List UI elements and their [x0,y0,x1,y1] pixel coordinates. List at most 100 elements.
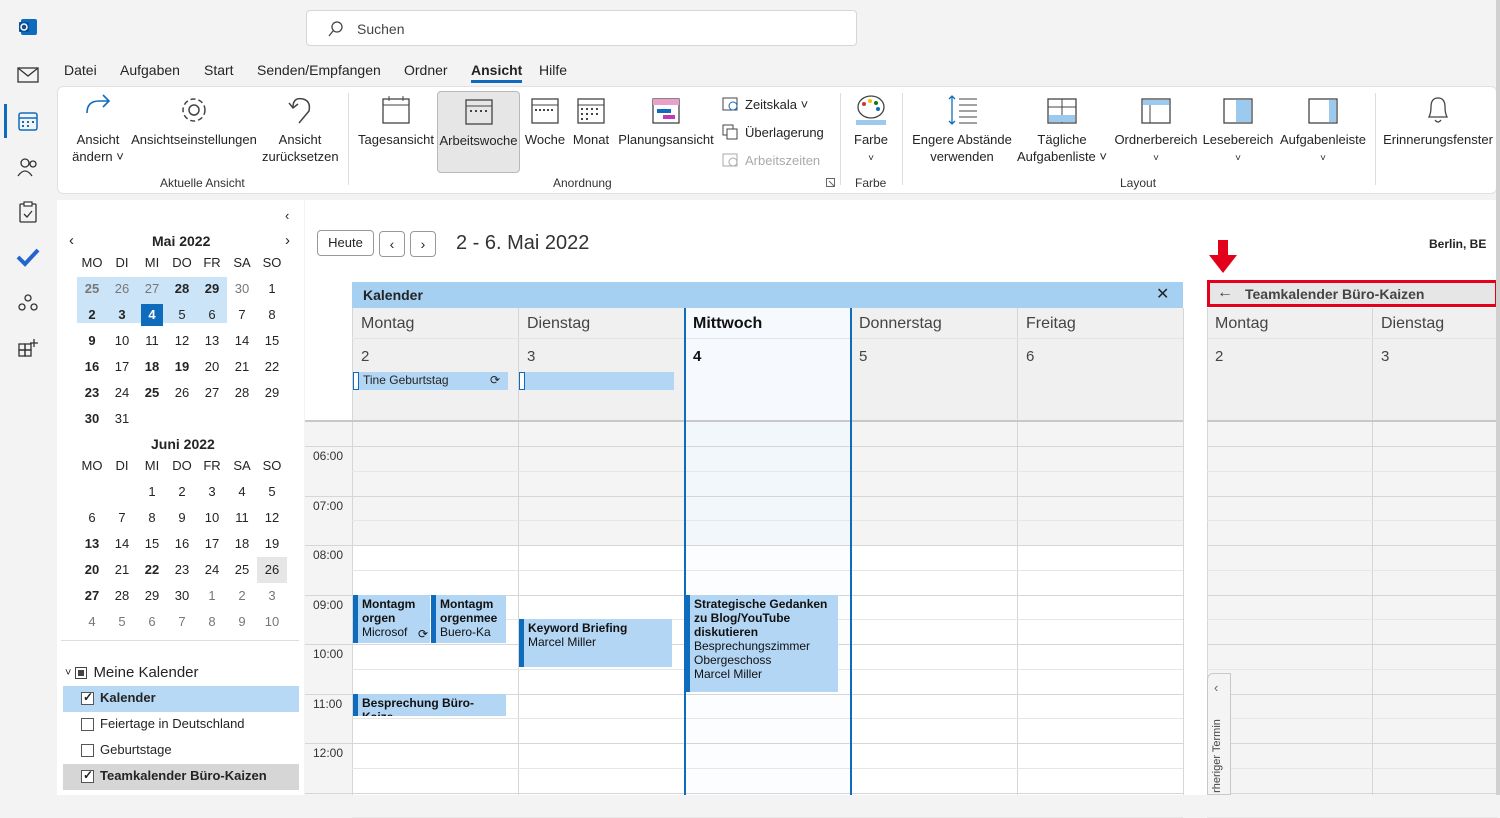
arrow-left-icon[interactable]: ← [1217,284,1233,302]
day-cell[interactable]: 30 [227,278,257,300]
arbeitswoche-button[interactable]: Arbeitswoche [437,91,520,173]
day-cell[interactable]: 19 [167,356,197,378]
checkbox-checked-icon[interactable] [81,768,94,784]
day-cell[interactable]: 10 [197,507,227,529]
menu-datei[interactable]: Datei [64,62,97,78]
day-header[interactable]: Montag [361,315,414,333]
dialog-launcher-icon[interactable] [826,178,836,188]
day-cell[interactable]: 22 [257,356,287,378]
day-cell[interactable]: 9 [167,507,197,529]
day-cell[interactable]: 11 [227,507,257,529]
day-cell[interactable]: 9 [227,611,257,633]
day-cell[interactable]: 3 [107,304,137,326]
day-cell[interactable]: 25 [77,278,107,300]
day-cell[interactable]: 23 [167,559,197,581]
next-month-icon[interactable]: › [285,232,290,249]
day-cell[interactable]: 5 [167,304,197,326]
day-cell[interactable]: 6 [77,507,107,529]
calendar-item-kalender[interactable]: Kalender [63,686,299,712]
calendar-icon[interactable] [15,108,41,134]
day-cell[interactable]: 26 [257,559,287,581]
calendar-item-feiertage[interactable]: Feiertage in Deutschland [63,712,299,738]
day-cell[interactable]: 5 [107,611,137,633]
ansicht-zuruecksetzen-button[interactable]: Ansicht zurücksetzen [262,93,339,165]
day-cell[interactable]: 26 [107,278,137,300]
event-montagmorgen-2[interactable]: Montagm orgenmee Buero-Ka [431,595,506,643]
day-cell[interactable]: 20 [197,356,227,378]
planungsansicht-button[interactable]: Planungsansicht [616,93,716,148]
day-cell[interactable]: 6 [137,611,167,633]
weather-location[interactable]: Berlin, BE [1429,237,1486,251]
allday-event-birthday[interactable]: Tine Geburtstag ⟳ [353,372,508,390]
event-montagmorgen-1[interactable]: Montagm orgen Microsof ⟳ [353,595,430,643]
team-day-header[interactable]: Dienstag [1381,315,1444,333]
team-day-header[interactable]: Montag [1215,315,1268,333]
day-cell[interactable]: 10 [257,611,287,633]
day-cell[interactable]: 15 [257,330,287,352]
day-cell[interactable]: 8 [197,611,227,633]
ordnerbereich-button[interactable]: Ordnerbereich ˅ [1114,93,1198,167]
day-cell[interactable]: 5 [257,481,287,503]
ueberlagerung-button[interactable]: Überlagerung [722,124,824,140]
day-header[interactable]: Freitag [1026,315,1076,333]
day-cell[interactable]: 15 [137,533,167,555]
day-cell[interactable]: 30 [167,585,197,607]
menu-start[interactable]: Start [204,62,234,78]
day-cell[interactable]: 18 [227,533,257,555]
prev-week-button[interactable]: ‹ [379,231,405,257]
day-header[interactable]: Dienstag [527,315,590,333]
menu-senden[interactable]: Senden/Empfangen [257,62,381,78]
day-cell[interactable]: 27 [197,382,227,404]
day-cell[interactable]: 28 [107,585,137,607]
day-cell[interactable]: 23 [77,382,107,404]
people-icon[interactable] [15,154,41,180]
day-cell[interactable]: 11 [137,330,167,352]
day-cell[interactable]: 28 [227,382,257,404]
day-cell[interactable]: 31 [107,408,137,430]
menu-ansicht[interactable]: Ansicht [471,62,523,83]
prev-month-icon[interactable]: ‹ [69,232,74,249]
day-cell[interactable]: 12 [167,330,197,352]
day-cell[interactable]: 7 [167,611,197,633]
today-button[interactable]: Heute [317,230,374,256]
day-cell[interactable]: 2 [227,585,257,607]
erinnerungsfenster-button[interactable]: Erinnerungsfenster [1382,93,1494,148]
day-cell[interactable]: 7 [227,304,257,326]
day-cell[interactable]: 10 [107,330,137,352]
calendar-item-teamkalender[interactable]: Teamkalender Büro-Kaizen [63,764,299,790]
day-cell[interactable]: 12 [257,507,287,529]
calendar-item-geburtstage[interactable]: Geburtstage [63,738,299,764]
day-cell[interactable]: 29 [257,382,287,404]
day-cell[interactable]: 4 [77,611,107,633]
checkbox-icon[interactable] [81,744,94,758]
farbe-button[interactable]: Farbe ˅ [848,93,894,167]
day-cell[interactable]: 16 [77,356,107,378]
taegliche-aufgabenliste-button[interactable]: Tägliche Aufgabenliste ˅ [1016,93,1108,165]
collapse-pane-icon[interactable]: ‹ [285,208,289,223]
day-cell[interactable]: 25 [227,559,257,581]
close-icon[interactable]: ✕ [1156,284,1169,304]
tagesansicht-button[interactable]: Tagesansicht [358,93,434,148]
day-cell[interactable]: 7 [107,507,137,529]
day-cell[interactable]: 21 [227,356,257,378]
day-header-today[interactable]: Mittwoch [693,315,762,333]
zeitskala-button[interactable]: Zeitskala ˅ [722,96,808,112]
monat-button[interactable]: Monat [570,93,612,148]
day-cell[interactable]: 1 [137,481,167,503]
groups-icon[interactable] [15,290,41,316]
day-cell[interactable]: 25 [137,382,167,404]
menu-ordner[interactable]: Ordner [404,62,448,78]
mail-icon[interactable] [15,62,41,88]
day-cell[interactable]: 9 [77,330,107,352]
apps-icon[interactable] [15,335,41,361]
day-cell[interactable]: 1 [257,278,287,300]
day-cell[interactable]: 2 [167,481,197,503]
day-cell[interactable]: 21 [107,559,137,581]
day-cell[interactable]: 1 [197,585,227,607]
day-cell[interactable]: 28 [167,278,197,300]
day-cell[interactable]: 29 [137,585,167,607]
event-strategische-gedanken[interactable]: Strategische Gedanken zu Blog/YouTube disk… [685,595,838,692]
aufgabenleiste-button[interactable]: Aufgabenleiste ˅ [1276,93,1370,167]
day-cell[interactable]: 22 [137,559,167,581]
day-cell[interactable]: 6 [197,304,227,326]
